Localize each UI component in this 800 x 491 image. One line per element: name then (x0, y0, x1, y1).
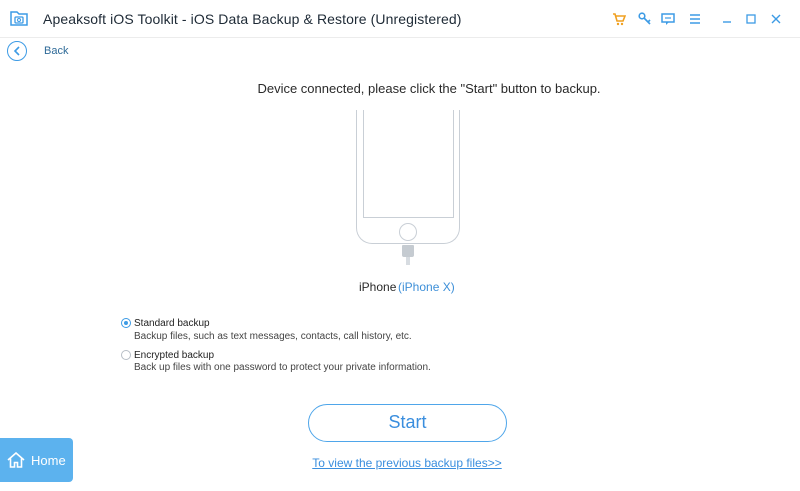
cart-icon[interactable] (612, 12, 626, 26)
standard-backup-label[interactable]: Standard backup (134, 318, 210, 329)
lightning-cable-icon (402, 245, 414, 257)
app-logo-icon (9, 8, 29, 28)
close-icon[interactable] (769, 12, 783, 26)
chevron-left-icon (13, 46, 20, 56)
encrypted-backup-description: Back up files with one password to prote… (134, 362, 431, 373)
back-button[interactable] (7, 41, 27, 61)
minimize-icon[interactable] (720, 12, 734, 26)
home-icon (7, 452, 25, 468)
feedback-icon[interactable] (661, 12, 675, 26)
cable-connector (406, 257, 410, 265)
encrypted-backup-radio[interactable] (121, 350, 131, 360)
device-model: (iPhone X) (398, 280, 455, 294)
key-icon[interactable] (638, 12, 652, 26)
phone-home-button (399, 223, 417, 241)
device-name: iPhone (359, 280, 397, 294)
encrypted-backup-label[interactable]: Encrypted backup (134, 350, 214, 361)
maximize-icon[interactable] (744, 12, 758, 26)
home-button[interactable]: Home (0, 438, 73, 482)
view-previous-backups-link[interactable]: To view the previous backup files>> (0, 456, 800, 470)
phone-screen (363, 110, 454, 218)
standard-backup-radio[interactable] (121, 318, 131, 328)
menu-icon[interactable] (688, 12, 702, 26)
back-label[interactable]: Back (44, 45, 68, 57)
standard-backup-description: Backup files, such as text messages, con… (134, 331, 412, 342)
instruction-text: Device connected, please click the "Star… (257, 81, 601, 96)
window-title: Apeaksoft iOS Toolkit - iOS Data Backup … (43, 11, 462, 27)
title-bar: Apeaksoft iOS Toolkit - iOS Data Backup … (0, 0, 800, 38)
home-label: Home (31, 453, 66, 468)
start-button[interactable]: Start (308, 404, 507, 442)
